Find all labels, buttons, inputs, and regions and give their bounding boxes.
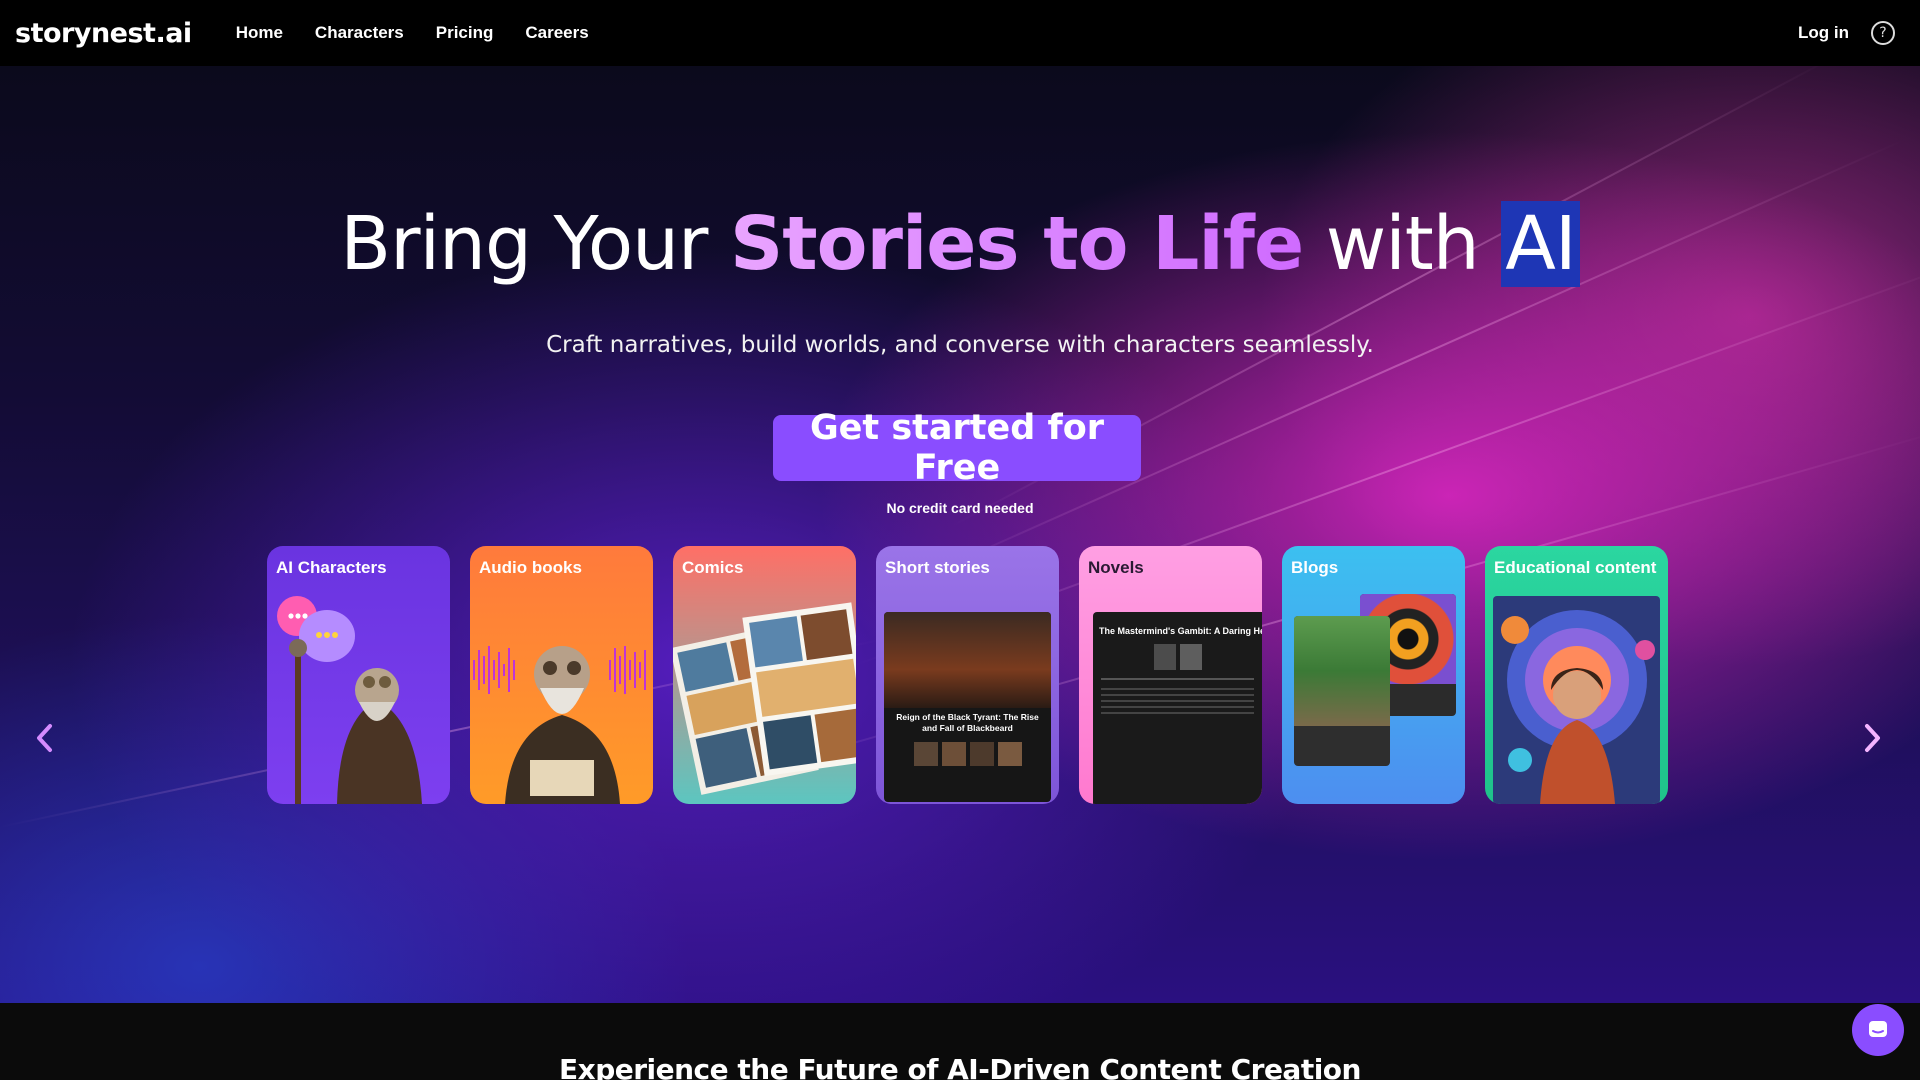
novel-app-window: The Mastermind's Gambit: A Daring Heist …	[1093, 612, 1262, 804]
get-started-button[interactable]: Get started for Free	[773, 408, 1141, 488]
story-cover-image	[884, 612, 1051, 708]
headline-with: with	[1303, 201, 1502, 287]
story-thumbnails	[884, 742, 1051, 767]
card-label: Short stories	[885, 558, 990, 577]
headline-before: Bring Your	[340, 201, 730, 287]
story-title: Reign of the Black Tyrant: The Rise and …	[896, 712, 1039, 734]
hero-section: Bring Your Stories to Life with AI Craft…	[0, 66, 1920, 1003]
novel-thumbnails	[1093, 644, 1262, 670]
hero-headline: Bring Your Stories to Life with AI	[0, 201, 1920, 287]
top-nav: storynest.ai Home Characters Pricing Car…	[0, 0, 1920, 66]
card-comics[interactable]: Comics	[673, 546, 856, 804]
chat-bubble-icon[interactable]	[1852, 1004, 1904, 1056]
card-label: Comics	[682, 558, 744, 577]
hero-subhead: Craft narratives, build worlds, and conv…	[546, 332, 1374, 358]
nav-careers[interactable]: Careers	[525, 23, 588, 43]
card-label: AI Characters	[276, 558, 387, 577]
nav-right: Log in ?	[1798, 21, 1905, 45]
card-educational-content[interactable]: Educational content	[1485, 546, 1668, 804]
nav-home[interactable]: Home	[236, 23, 283, 43]
terrace-image	[1294, 616, 1390, 726]
card-label: Novels	[1088, 558, 1144, 577]
blog-card-travel	[1294, 616, 1390, 766]
content-type-carousel: AI Characters Audio books Comics Short s…	[267, 546, 1671, 804]
chevron-left-icon[interactable]	[30, 718, 60, 758]
card-ai-characters[interactable]: AI Characters	[267, 546, 450, 804]
novel-title: The Mastermind's Gambit: A Daring Heist …	[1099, 626, 1262, 636]
headline-ai: AI	[1501, 201, 1580, 287]
card-label: Blogs	[1291, 558, 1339, 577]
ai-character-illustration	[267, 590, 450, 804]
features-section: Experience the Future of AI-Driven Conte…	[0, 1003, 1920, 1080]
card-audio-books[interactable]: Audio books	[470, 546, 653, 804]
card-novels[interactable]: Novels The Mastermind's Gambit: A Daring…	[1079, 546, 1262, 804]
card-blogs[interactable]: Blogs	[1282, 546, 1465, 804]
nav-pricing[interactable]: Pricing	[436, 23, 494, 43]
card-label: Audio books	[479, 558, 582, 577]
chevron-right-icon[interactable]	[1857, 718, 1887, 758]
novel-screenshot: The Mastermind's Gambit: A Daring Heist …	[1079, 590, 1262, 804]
audio-book-illustration	[470, 590, 653, 804]
nav-characters[interactable]: Characters	[315, 23, 404, 43]
educational-illustration	[1485, 590, 1668, 804]
story-app-window: Reign of the Black Tyrant: The Rise and …	[884, 612, 1051, 802]
question-circle-icon[interactable]: ?	[1871, 21, 1895, 45]
card-short-stories[interactable]: Short stories Reign of the Black Tyrant:…	[876, 546, 1059, 804]
logo[interactable]: storynest.ai	[15, 18, 192, 49]
section-title: Experience the Future of AI-Driven Conte…	[559, 1053, 1361, 1080]
login-link[interactable]: Log in	[1798, 23, 1849, 43]
no-credit-card-note: No credit card needed	[886, 500, 1034, 516]
blog-illustration	[1282, 590, 1465, 804]
short-story-screenshot: Reign of the Black Tyrant: The Rise and …	[876, 590, 1059, 804]
comic-pages-illustration	[673, 590, 856, 804]
card-label: Educational content	[1494, 558, 1657, 577]
headline-highlight: Stories to Life	[729, 201, 1304, 287]
